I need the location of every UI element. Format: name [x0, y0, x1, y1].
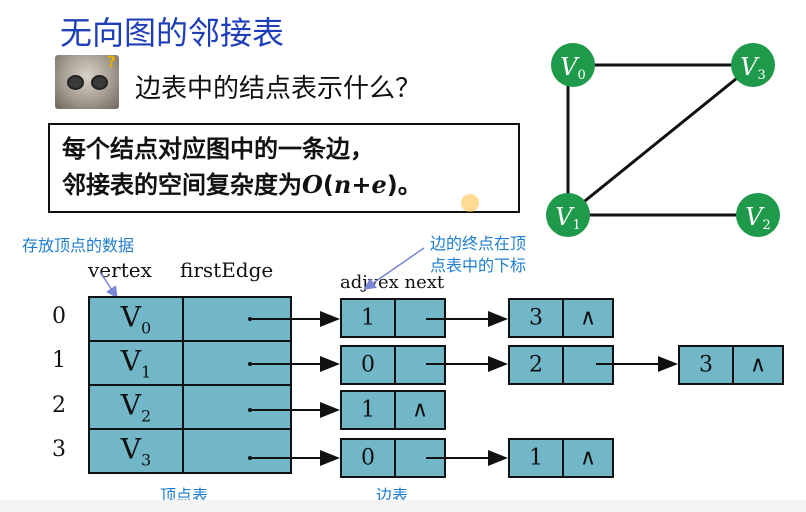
pointer-dot	[248, 408, 252, 412]
link-arrows	[248, 311, 678, 466]
pointer-dot	[248, 317, 252, 321]
pointer-dot	[248, 362, 252, 366]
player-control-strip	[0, 500, 806, 512]
pointer-dot	[248, 456, 252, 460]
